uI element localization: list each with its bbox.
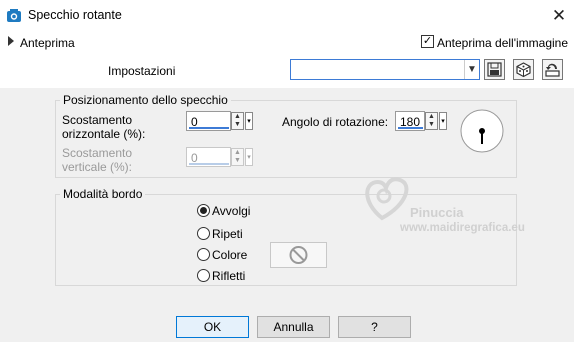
dropdown-arrow-icon[interactable]: ▼	[464, 60, 479, 79]
window-title: Specchio rotante	[28, 8, 122, 22]
ok-button[interactable]: OK	[176, 316, 249, 338]
no-color-icon	[289, 246, 308, 264]
h-offset-dropdown-icon[interactable]: ▾	[245, 112, 253, 130]
app-icon	[6, 8, 22, 24]
image-preview-checkbox[interactable]: ✓	[421, 35, 434, 48]
radio-ripeti[interactable]	[197, 227, 210, 240]
preset-cube-button[interactable]	[513, 59, 534, 80]
radio-rifletti[interactable]	[197, 269, 210, 282]
cancel-button[interactable]: Annulla	[257, 316, 330, 338]
image-preview-label[interactable]: Anteprima dell'immagine	[437, 36, 568, 50]
watermark-name: Pinuccia	[410, 205, 464, 220]
watermark-logo-icon	[352, 170, 422, 230]
reset-button[interactable]	[542, 59, 563, 80]
option-ripeti-label[interactable]: Ripeti	[212, 227, 243, 241]
v-offset-dropdown-icon[interactable]: ▾	[245, 148, 253, 166]
h-offset-spin-arrows-icon[interactable]: ▲ ▼	[231, 112, 244, 130]
reset-icon	[545, 63, 560, 77]
preset-combo[interactable]	[290, 59, 480, 80]
v-offset-spin-arrows-icon[interactable]: ▲ ▼	[231, 148, 244, 166]
option-colore-label[interactable]: Colore	[212, 248, 247, 262]
preset-cube-icon	[516, 62, 531, 78]
settings-label: Impostazioni	[108, 64, 176, 78]
radio-colore[interactable]	[197, 248, 210, 261]
mirror-placement-title: Posizionamento dello specchio	[60, 93, 231, 107]
rotation-dial-icon[interactable]	[459, 108, 505, 154]
rotation-label: Angolo di rotazione:	[282, 115, 389, 129]
v-offset-label-1: Scostamento	[62, 146, 133, 160]
h-offset-label-2: orizzontale (%):	[62, 127, 146, 141]
h-offset-input[interactable]: 0	[186, 111, 231, 131]
color-swatch[interactable]	[270, 242, 327, 268]
h-offset-label-1: Scostamento	[62, 113, 133, 127]
expand-arrow-icon[interactable]	[8, 36, 14, 46]
rotation-dropdown-icon[interactable]: ▾	[439, 112, 447, 130]
save-preset-button[interactable]	[484, 59, 505, 80]
option-avvolgi-label[interactable]: Avvolgi	[212, 204, 250, 218]
rotation-input[interactable]: 180	[395, 111, 425, 131]
close-icon[interactable]: ✕	[549, 6, 569, 26]
option-rifletti-label[interactable]: Rifletti	[212, 269, 245, 283]
v-offset-input[interactable]: 0	[186, 147, 231, 167]
watermark-url: www.maidiregrafica.eu	[400, 222, 525, 234]
preview-label[interactable]: Anteprima	[20, 36, 75, 50]
rotation-spin-arrows-icon[interactable]: ▲ ▼	[425, 112, 438, 130]
help-button[interactable]: ?	[338, 316, 411, 338]
v-offset-label-2: verticale (%):	[62, 160, 133, 174]
save-preset-icon	[487, 62, 502, 77]
edge-mode-title: Modalità bordo	[60, 187, 146, 201]
radio-avvolgi[interactable]	[197, 204, 210, 217]
